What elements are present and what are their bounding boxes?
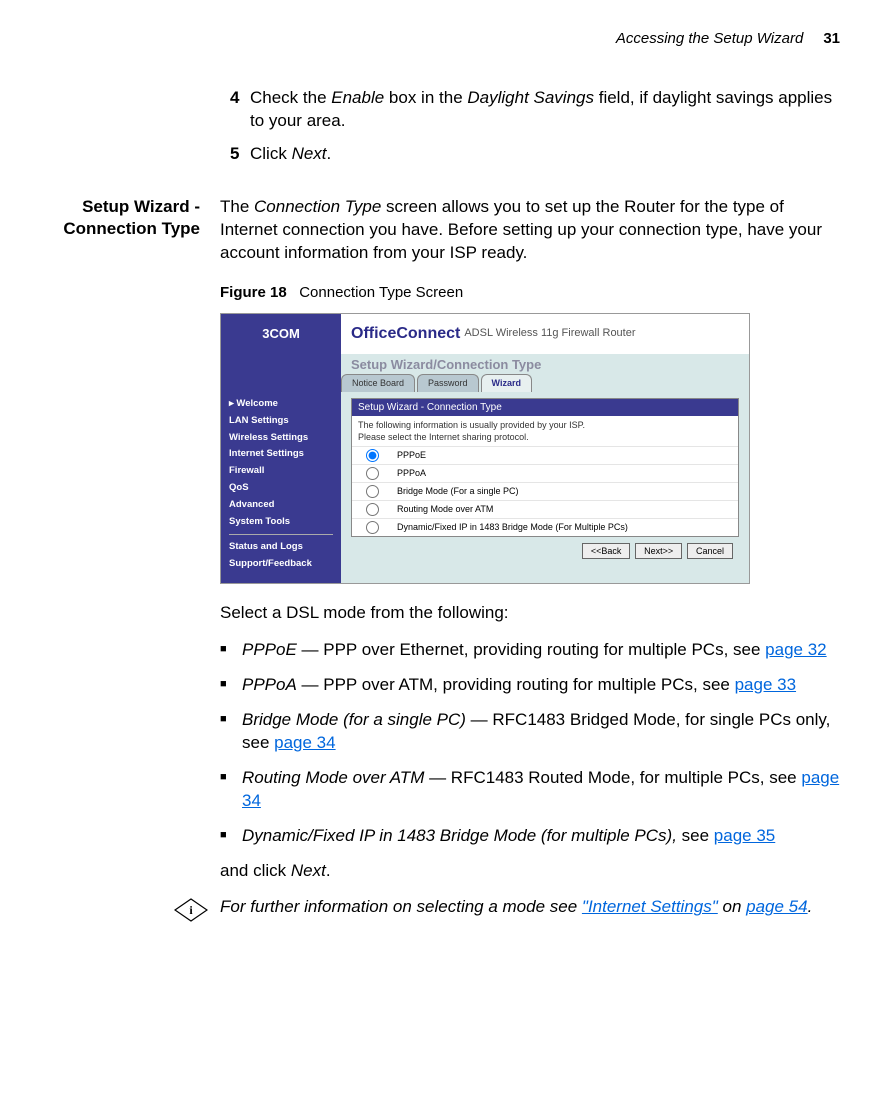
info-note-text: For further information on selecting a m…: [220, 896, 812, 919]
running-head-text: Accessing the Setup Wizard: [616, 30, 803, 47]
section-intro: The Connection Type screen allows you to…: [220, 196, 840, 265]
tab-notice-board[interactable]: Notice Board: [341, 374, 415, 392]
cancel-button[interactable]: Cancel: [687, 543, 733, 559]
info-note: i For further information on selecting a…: [174, 896, 840, 929]
radio-pppoe[interactable]: PPPoE: [352, 446, 738, 464]
radio-bridge-input[interactable]: [366, 485, 379, 498]
nav-internet[interactable]: Internet Settings: [229, 446, 341, 463]
dsl-item-pppoe: ■ PPPoE — PPP over Ethernet, providing r…: [220, 639, 840, 662]
connection-type-panel: Setup Wizard - Connection Type The follo…: [351, 398, 739, 537]
screenshot-subtitle: Setup Wizard/Connection Type: [341, 354, 749, 374]
step-4-num: 4: [230, 87, 250, 133]
screenshot-logo: 3COM: [221, 314, 341, 354]
radio-1483[interactable]: Dynamic/Fixed IP in 1483 Bridge Mode (Fo…: [352, 518, 738, 536]
svg-text:i: i: [189, 903, 193, 917]
radio-pppoe-input[interactable]: [366, 449, 379, 462]
tab-password[interactable]: Password: [417, 374, 479, 392]
radio-routing-atm[interactable]: Routing Mode over ATM: [352, 500, 738, 518]
radio-bridge[interactable]: Bridge Mode (For a single PC): [352, 482, 738, 500]
figure-caption: Figure 18 Connection Type Screen: [220, 283, 840, 303]
bullet-icon: ■: [220, 709, 242, 755]
nav-lan[interactable]: LAN Settings: [229, 413, 341, 430]
dsl-mode-intro: Select a DSL mode from the following:: [220, 602, 840, 625]
step-5-num: 5: [230, 143, 250, 166]
section-heading: Setup Wizard - Connection Type: [40, 196, 220, 930]
dsl-item-1483: ■ Dynamic/Fixed IP in 1483 Bridge Mode (…: [220, 825, 840, 848]
radio-pppoa[interactable]: PPPoA: [352, 464, 738, 482]
nav-firewall[interactable]: Firewall: [229, 463, 341, 480]
dsl-item-bridge: ■ Bridge Mode (for a single PC) — RFC148…: [220, 709, 840, 755]
nav-welcome[interactable]: Welcome: [229, 396, 341, 413]
back-button[interactable]: <<Back: [582, 543, 631, 559]
nav-status-logs[interactable]: Status and Logs: [229, 539, 341, 556]
running-header: Accessing the Setup Wizard 31: [40, 30, 840, 47]
step-4: 4 Check the Enable box in the Daylight S…: [230, 87, 840, 133]
radio-1483-input[interactable]: [366, 521, 379, 534]
screenshot-brand: OfficeConnectADSL Wireless 11g Firewall …: [341, 314, 749, 354]
after-list-instruction: and click Next.: [220, 860, 840, 883]
panel-info: The following information is usually pro…: [352, 416, 738, 445]
bullet-icon: ■: [220, 674, 242, 697]
nav-support-feedback[interactable]: Support/Feedback: [229, 556, 341, 573]
panel-heading: Setup Wizard - Connection Type: [352, 399, 738, 417]
bullet-icon: ■: [220, 767, 242, 813]
link-page-54[interactable]: page 54: [746, 897, 807, 916]
step-5: 5 Click Next.: [230, 143, 840, 166]
radio-routing-atm-input[interactable]: [366, 503, 379, 516]
radio-pppoa-input[interactable]: [366, 467, 379, 480]
link-page-34-a[interactable]: page 34: [274, 733, 335, 752]
nav-wireless[interactable]: Wireless Settings: [229, 430, 341, 447]
nav-system-tools[interactable]: System Tools: [229, 514, 341, 531]
info-icon: i: [174, 898, 208, 922]
next-button[interactable]: Next>>: [635, 543, 682, 559]
step-4-text: Check the Enable box in the Daylight Sav…: [250, 87, 840, 133]
dsl-item-pppoa: ■ PPPoA — PPP over ATM, providing routin…: [220, 674, 840, 697]
link-page-33[interactable]: page 33: [735, 675, 796, 694]
page-number: 31: [823, 30, 840, 47]
bullet-icon: ■: [220, 825, 242, 848]
bullet-icon: ■: [220, 639, 242, 662]
link-internet-settings[interactable]: "Internet Settings": [582, 897, 718, 916]
tab-wizard[interactable]: Wizard: [481, 374, 532, 392]
screenshot-sidebar: Welcome LAN Settings Wireless Settings I…: [221, 392, 341, 583]
link-page-35[interactable]: page 35: [714, 826, 775, 845]
step-5-text: Click Next.: [250, 143, 840, 166]
section-connection-type: Setup Wizard - Connection Type The Conne…: [40, 196, 840, 930]
figure-18-screenshot: 3COM OfficeConnectADSL Wireless 11g Fire…: [220, 313, 750, 584]
nav-qos[interactable]: QoS: [229, 480, 341, 497]
dsl-item-routing-atm: ■ Routing Mode over ATM — RFC1483 Routed…: [220, 767, 840, 813]
link-page-32[interactable]: page 32: [765, 640, 826, 659]
nav-advanced[interactable]: Advanced: [229, 497, 341, 514]
